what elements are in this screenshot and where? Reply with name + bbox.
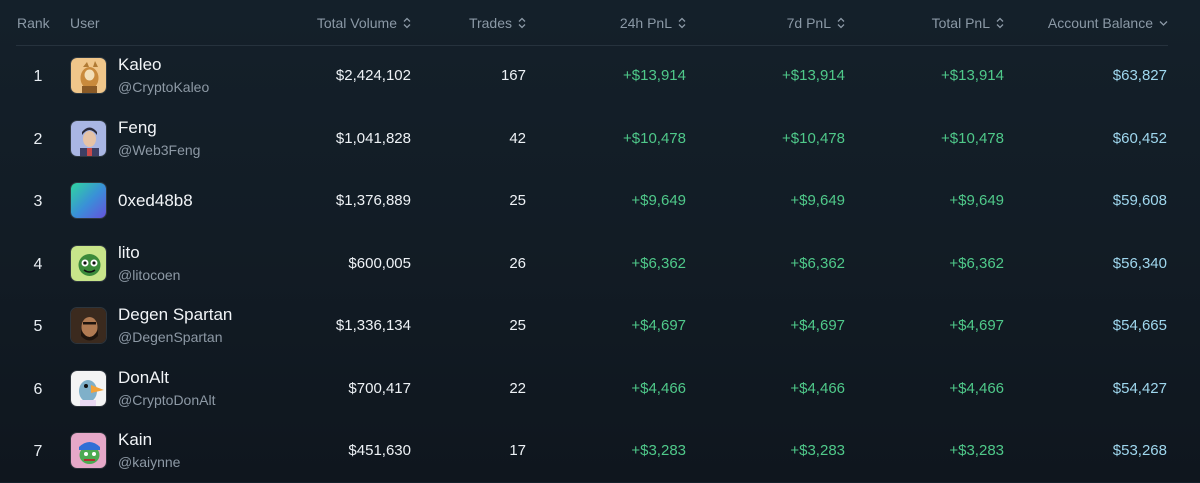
column-header-rank: Rank bbox=[17, 15, 50, 31]
user-handle[interactable]: @CryptoKaleo bbox=[118, 79, 209, 95]
total-volume-cell: $700,417 bbox=[348, 379, 411, 397]
account-balance-cell: $53,268 bbox=[1112, 442, 1167, 459]
column-header-24h-pnl[interactable]: 24h PnL bbox=[560, 15, 686, 31]
table-row[interactable]: 4 lito @litocoen $600,005 26 +$6,362 +$6… bbox=[0, 233, 1200, 296]
trades-cell: 17 bbox=[509, 442, 526, 459]
account-balance-cell: $54,665 bbox=[1112, 317, 1167, 334]
column-header-account-balance[interactable]: Account Balance bbox=[1020, 15, 1168, 31]
avatar bbox=[70, 307, 107, 344]
pnl-total-cell: +$6,362 bbox=[949, 254, 1004, 272]
pnl-7d-cell: +$4,466 bbox=[790, 379, 845, 397]
trades-cell: 25 bbox=[509, 192, 526, 209]
total-volume-cell: $600,005 bbox=[348, 254, 411, 272]
pnl-7d-cell: +$3,283 bbox=[790, 442, 845, 459]
pnl-total-cell: +$9,649 bbox=[949, 192, 1004, 209]
rank-cell: 7 bbox=[33, 443, 43, 460]
column-header-user: User bbox=[70, 15, 100, 31]
pnl-total-cell: +$4,697 bbox=[949, 317, 1004, 334]
user-name[interactable]: Feng bbox=[118, 118, 157, 138]
column-header-trades[interactable]: Trades bbox=[430, 15, 526, 31]
sort-updown-icon bbox=[678, 17, 686, 29]
trades-cell: 22 bbox=[509, 379, 526, 397]
avatar bbox=[70, 57, 107, 94]
trades-cell: 25 bbox=[509, 317, 526, 334]
sort-updown-icon bbox=[837, 17, 845, 29]
user-name[interactable]: Degen Spartan bbox=[118, 305, 232, 325]
user-handle[interactable]: @kaiynne bbox=[118, 454, 180, 470]
pnl-total-cell: +$10,478 bbox=[941, 129, 1004, 147]
user-name[interactable]: Kain bbox=[118, 430, 152, 450]
table-header: Rank User Total Volume Trades 24h PnL 7d… bbox=[0, 0, 1200, 46]
trades-cell: 42 bbox=[509, 129, 526, 147]
table-row[interactable]: 2 Feng @Web3Feng $1,041,828 42 +$10,478 … bbox=[0, 108, 1200, 171]
user-handle[interactable]: @Web3Feng bbox=[118, 142, 200, 158]
user-name[interactable]: DonAlt bbox=[118, 368, 169, 388]
total-volume-cell: $1,376,889 bbox=[335, 192, 411, 209]
pnl-24h-cell: +$10,478 bbox=[623, 129, 686, 147]
avatar bbox=[70, 369, 107, 407]
account-balance-cell: $63,827 bbox=[1112, 67, 1167, 84]
pnl-24h-cell: +$6,362 bbox=[631, 254, 686, 272]
pnl-24h-cell: +$4,466 bbox=[631, 379, 686, 397]
avatar bbox=[70, 119, 107, 157]
total-volume-cell: $2,424,102 bbox=[335, 67, 411, 84]
pnl-total-cell: +$4,466 bbox=[949, 379, 1004, 397]
pnl-24h-cell: +$3,283 bbox=[631, 442, 686, 459]
column-header-total-volume[interactable]: Total Volume bbox=[260, 15, 411, 31]
user-handle[interactable]: @CryptoDonAlt bbox=[118, 392, 215, 408]
table-row[interactable]: 7 Kain @kaiynne $451,630 17 +$3,283 +$3,… bbox=[0, 420, 1200, 483]
user-name[interactable]: 0xed48b8 bbox=[118, 191, 193, 211]
leaderboard-table: Rank User Total Volume Trades 24h PnL 7d… bbox=[0, 0, 1200, 482]
account-balance-cell: $56,340 bbox=[1112, 254, 1167, 272]
pnl-7d-cell: +$9,649 bbox=[790, 192, 845, 209]
rank-cell: 6 bbox=[33, 380, 43, 398]
rank-cell: 3 bbox=[33, 193, 43, 210]
user-handle[interactable]: @litocoen bbox=[118, 267, 180, 283]
avatar bbox=[70, 182, 107, 219]
sort-updown-icon bbox=[518, 17, 526, 29]
column-header-total-pnl[interactable]: Total PnL bbox=[880, 15, 1004, 31]
user-handle[interactable]: @DegenSpartan bbox=[118, 329, 223, 345]
sort-updown-icon bbox=[996, 17, 1004, 29]
table-row[interactable]: 5 Degen Spartan @DegenSpartan $1,336,134… bbox=[0, 295, 1200, 358]
pnl-7d-cell: +$13,914 bbox=[782, 67, 845, 84]
table-row[interactable]: 3 0xed48b8 $1,376,889 25 +$9,649 +$9,649… bbox=[0, 170, 1200, 233]
account-balance-cell: $59,608 bbox=[1112, 192, 1167, 209]
rank-cell: 2 bbox=[33, 130, 43, 148]
table-row[interactable]: 1 Kaleo @CryptoKaleo $2,424,102 167 +$13… bbox=[0, 45, 1200, 108]
avatar bbox=[70, 432, 107, 469]
pnl-7d-cell: +$10,478 bbox=[782, 129, 845, 147]
rank-cell: 5 bbox=[33, 318, 43, 335]
trades-cell: 26 bbox=[509, 254, 526, 272]
pnl-7d-cell: +$6,362 bbox=[790, 254, 845, 272]
rank-cell: 1 bbox=[33, 68, 43, 85]
pnl-total-cell: +$13,914 bbox=[941, 67, 1004, 84]
user-name[interactable]: lito bbox=[118, 243, 140, 263]
total-volume-cell: $1,336,134 bbox=[335, 317, 411, 334]
pnl-24h-cell: +$9,649 bbox=[631, 192, 686, 209]
sort-updown-icon bbox=[403, 17, 411, 29]
trades-cell: 167 bbox=[500, 67, 526, 84]
table-row[interactable]: 6 DonAlt @CryptoDonAlt $700,417 22 +$4,4… bbox=[0, 358, 1200, 421]
avatar bbox=[70, 244, 107, 282]
account-balance-cell: $60,452 bbox=[1112, 129, 1167, 147]
rank-cell: 4 bbox=[33, 255, 43, 273]
chevron-down-icon bbox=[1159, 17, 1168, 29]
total-volume-cell: $451,630 bbox=[348, 442, 411, 459]
total-volume-cell: $1,041,828 bbox=[335, 129, 411, 147]
pnl-total-cell: +$3,283 bbox=[949, 442, 1004, 459]
pnl-24h-cell: +$4,697 bbox=[631, 317, 686, 334]
user-name[interactable]: Kaleo bbox=[118, 55, 161, 75]
account-balance-cell: $54,427 bbox=[1112, 379, 1167, 397]
pnl-7d-cell: +$4,697 bbox=[790, 317, 845, 334]
column-header-7d-pnl[interactable]: 7d PnL bbox=[720, 15, 845, 31]
pnl-24h-cell: +$13,914 bbox=[623, 67, 686, 84]
